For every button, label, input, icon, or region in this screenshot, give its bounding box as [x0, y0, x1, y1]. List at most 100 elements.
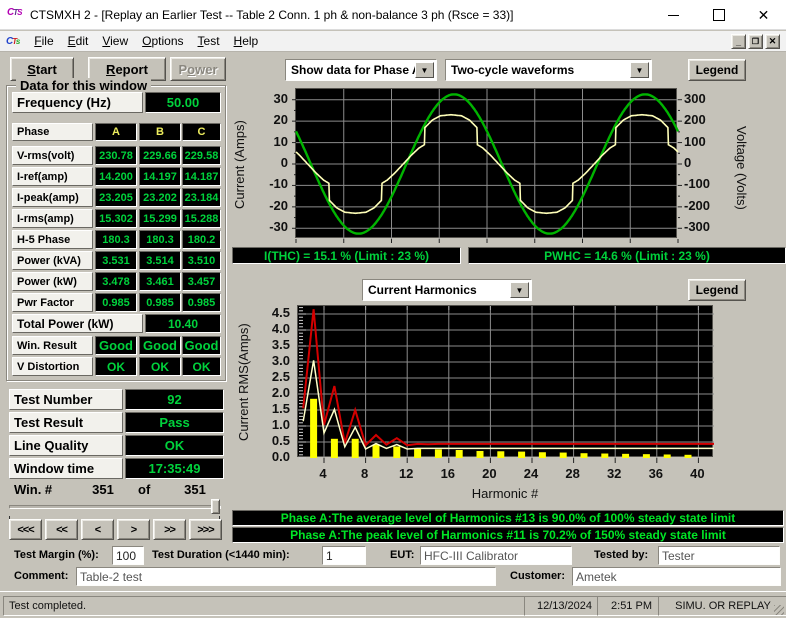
mdi-restore-button[interactable]: ❐ — [748, 34, 763, 49]
close-button[interactable]: ✕ — [741, 0, 786, 30]
harm-ytick: 1.0 — [254, 417, 290, 433]
mdi-minimize-button[interactable]: _ — [731, 34, 746, 49]
mdi-close-button[interactable]: ✕ — [765, 34, 780, 49]
row-value: 23.205 — [95, 188, 137, 207]
resize-grip[interactable] — [774, 605, 784, 615]
window-slider-thumb[interactable] — [211, 499, 220, 514]
status-row-value: Pass — [125, 412, 224, 433]
harmonics-average-message: Phase A:The average level of Harmonics #… — [232, 510, 784, 526]
ithc-readout: I(THC) = 15.1 % (Limit : 23 %) — [232, 247, 461, 264]
menu-options[interactable]: Options — [135, 31, 190, 52]
tested-by-label: Tested by: — [594, 549, 648, 561]
window-slider-track[interactable] — [9, 505, 221, 509]
harm-xtick: 12 — [392, 466, 420, 482]
chevron-down-icon[interactable]: ▼ — [415, 62, 434, 78]
harmonics-legend-button[interactable]: Legend — [688, 279, 746, 301]
wave-left-axis-title: Current (Amps) — [232, 95, 247, 235]
row-value: 3.461 — [139, 272, 181, 291]
nav-button-5[interactable]: >>> — [189, 519, 222, 540]
waveform-legend-button[interactable]: Legend — [688, 59, 746, 81]
app-window: { "window": { "title": "CTSMXH 2 - [Repl… — [0, 0, 786, 618]
row-label: I-rms(amp) — [12, 209, 93, 228]
harm-ytick: 2.0 — [254, 385, 290, 401]
v-distortion-value: OK — [139, 357, 181, 376]
customer-input[interactable] — [572, 567, 781, 586]
v-distortion-value: OK — [95, 357, 137, 376]
test-duration-input[interactable] — [322, 546, 366, 565]
pwhc-readout: PWHC = 14.6 % (Limit : 23 %) — [468, 247, 786, 264]
chevron-down-icon[interactable]: ▼ — [630, 62, 649, 78]
row-value: 14.197 — [139, 167, 181, 186]
row-value: 14.200 — [95, 167, 137, 186]
nav-button-0[interactable]: <<< — [9, 519, 42, 540]
win-result-value: Good — [182, 336, 221, 355]
win-number-current: 351 — [78, 482, 128, 497]
nav-button-2[interactable]: < — [81, 519, 114, 540]
row-value: 3.510 — [182, 251, 221, 270]
mdi-child-icon: CTs — [6, 36, 19, 47]
phase-b-header: B — [139, 123, 181, 141]
harmonics-xaxis-title: Harmonic # — [297, 486, 713, 501]
wave-ytick-right: 300 — [684, 91, 728, 107]
mdi-close-icon: ✕ — [769, 36, 777, 47]
total-power-value: 10.40 — [145, 314, 221, 333]
mdi-minimize-icon: _ — [736, 37, 741, 47]
minimize-button[interactable] — [651, 0, 696, 30]
row-value: 230.78 — [95, 146, 137, 165]
row-label: Power (kVA) — [12, 251, 93, 270]
menu-help[interactable]: Help — [227, 31, 266, 52]
menu-view[interactable]: View — [95, 31, 135, 52]
waveform-select[interactable]: Two-cycle waveforms ▼ — [445, 59, 652, 81]
win-result-label: Win. Result — [12, 336, 93, 355]
status-row-label: Test Number — [9, 389, 123, 410]
row-value: 229.66 — [139, 146, 181, 165]
row-value: 180.3 — [139, 230, 181, 249]
power-button[interactable]: Power — [170, 57, 226, 81]
phase-select[interactable]: Show data for Phase A ▼ — [285, 59, 437, 81]
status-message: Test completed. — [3, 596, 532, 616]
row-label: H-5 Phase — [12, 230, 93, 249]
wave-ytick-left: -10 — [248, 176, 288, 192]
menu-test[interactable]: Test — [191, 31, 227, 52]
row-value: 3.531 — [95, 251, 137, 270]
menu-edit[interactable]: Edit — [61, 31, 96, 52]
harm-xtick: 36 — [642, 466, 670, 482]
row-value: 0.985 — [182, 293, 221, 312]
maximize-button[interactable] — [696, 0, 741, 30]
close-icon: ✕ — [758, 7, 770, 24]
wave-ytick-right: 200 — [684, 112, 728, 128]
mdi-restore-icon: ❐ — [752, 37, 759, 46]
harmonics-select[interactable]: Current Harmonics ▼ — [362, 279, 532, 301]
groupbox-title: Data for this window — [16, 78, 151, 93]
comment-input[interactable] — [76, 567, 496, 586]
harm-ytick: 1.5 — [254, 401, 290, 417]
chevron-down-icon[interactable]: ▼ — [510, 282, 529, 298]
status-date: 12/13/2024 — [524, 596, 605, 616]
v-distortion-value: OK — [182, 357, 221, 376]
eut-input[interactable] — [420, 546, 572, 565]
row-value: 14.187 — [182, 167, 221, 186]
harmonics-peak-message: Phase A:The peak level of Harmonics #11 … — [232, 527, 784, 543]
harmonics-chart — [297, 305, 713, 457]
harm-ytick: 0.0 — [254, 449, 290, 465]
status-row-value: 92 — [125, 389, 224, 410]
title-bar: CTS CTSMXH 2 - [Replay an Earlier Test -… — [0, 0, 786, 30]
harm-xtick: 24 — [517, 466, 545, 482]
nav-button-3[interactable]: > — [117, 519, 150, 540]
v-distortion-label: V Distortion — [12, 357, 93, 376]
row-value: 3.457 — [182, 272, 221, 291]
frequency-label: Frequency (Hz) — [12, 92, 143, 113]
harm-xtick: 16 — [434, 466, 462, 482]
menu-file[interactable]: File — [27, 31, 60, 52]
test-margin-input[interactable] — [112, 546, 144, 565]
phase-select-value: Show data for Phase A — [291, 63, 421, 77]
win-number-of: of — [138, 482, 150, 497]
row-label: Pwr Factor — [12, 293, 93, 312]
wave-ytick-right: -200 — [684, 198, 728, 214]
nav-button-4[interactable]: >> — [153, 519, 186, 540]
nav-button-1[interactable]: << — [45, 519, 78, 540]
wave-ytick-right: -300 — [684, 219, 728, 235]
tested-by-input[interactable] — [658, 546, 780, 565]
phase-a-header: A — [95, 123, 137, 141]
row-value: 23.184 — [182, 188, 221, 207]
